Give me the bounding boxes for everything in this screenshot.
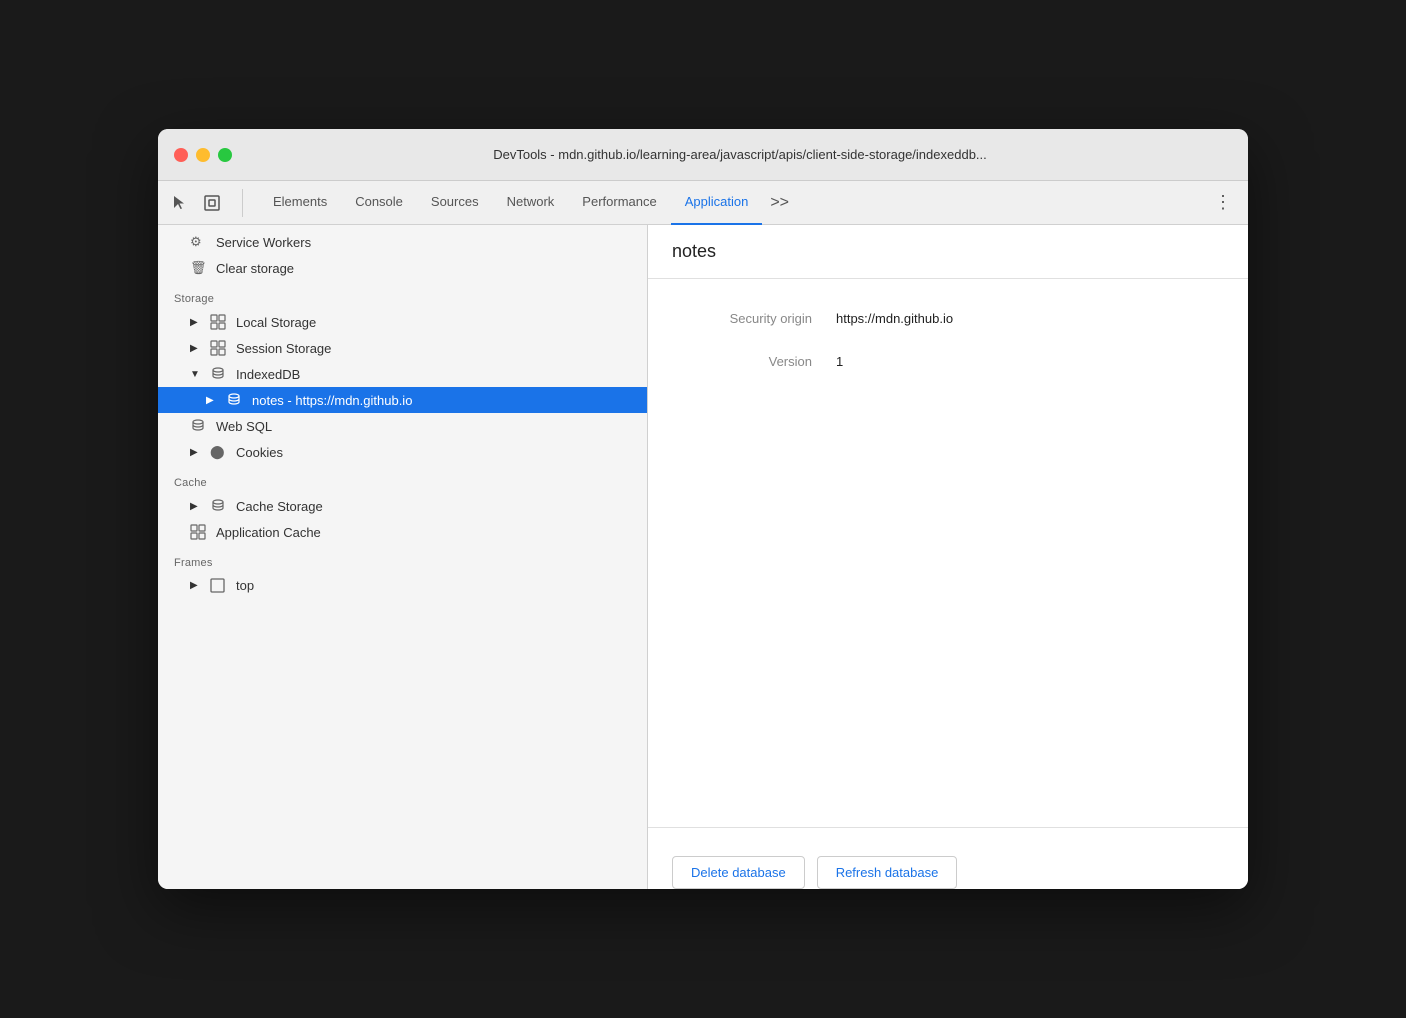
sidebar-label-top: top bbox=[236, 578, 254, 593]
window-title: DevTools - mdn.github.io/learning-area/j… bbox=[248, 147, 1232, 162]
sidebar-item-websql[interactable]: Web SQL bbox=[158, 413, 647, 439]
db-icon-indexed bbox=[210, 366, 228, 382]
frame-icon bbox=[210, 578, 228, 593]
maximize-button[interactable] bbox=[218, 148, 232, 162]
panel-body: Security origin https://mdn.github.io Ve… bbox=[648, 279, 1248, 819]
devtools-menu-button[interactable]: ⋮ bbox=[1206, 188, 1240, 217]
trash-icon: 🗑 bbox=[190, 260, 208, 276]
sidebar-item-service-workers[interactable]: ⚙ Service Workers bbox=[158, 229, 647, 255]
sidebar-label-notes: notes - https://mdn.github.io bbox=[252, 393, 412, 408]
sidebar-label-local-storage: Local Storage bbox=[236, 315, 316, 330]
chevron-right-icon: ▶ bbox=[190, 501, 202, 512]
tab-console[interactable]: Console bbox=[341, 181, 417, 225]
chevron-right-icon: ▶ bbox=[190, 580, 202, 591]
storage-section-header: Storage bbox=[158, 281, 647, 309]
minimize-button[interactable] bbox=[196, 148, 210, 162]
sidebar-label-clear-storage: Clear storage bbox=[216, 261, 294, 276]
db-icon-cache bbox=[210, 498, 228, 514]
db-icon-notes bbox=[226, 392, 244, 408]
sidebar-label-application-cache: Application Cache bbox=[216, 525, 321, 540]
sidebar-item-indexeddb[interactable]: ▼ IndexedDB bbox=[158, 361, 647, 387]
chevron-right-icon: ▶ bbox=[190, 343, 202, 354]
titlebar: DevTools - mdn.github.io/learning-area/j… bbox=[158, 129, 1248, 181]
tabs: Elements Console Sources Network Perform… bbox=[259, 181, 1202, 225]
sidebar-label-websql: Web SQL bbox=[216, 419, 272, 434]
gear-icon: ⚙ bbox=[190, 234, 208, 250]
security-origin-label: Security origin bbox=[672, 311, 812, 326]
sidebar-label-session-storage: Session Storage bbox=[236, 341, 331, 356]
tab-sources[interactable]: Sources bbox=[417, 181, 493, 225]
toolbar-icons bbox=[166, 189, 243, 217]
panel-divider bbox=[648, 827, 1248, 828]
sidebar-item-cache-storage[interactable]: ▶ Cache Storage bbox=[158, 493, 647, 519]
sidebar-item-top-frame[interactable]: ▶ top bbox=[158, 573, 647, 598]
refresh-database-button[interactable]: Refresh database bbox=[817, 856, 958, 889]
right-panel: notes Security origin https://mdn.github… bbox=[648, 225, 1248, 889]
sidebar-label-service-workers: Service Workers bbox=[216, 235, 311, 250]
sidebar-item-application-cache[interactable]: Application Cache bbox=[158, 519, 647, 545]
sidebar-label-indexeddb: IndexedDB bbox=[236, 367, 300, 382]
tab-elements[interactable]: Elements bbox=[259, 181, 341, 225]
chevron-down-icon: ▼ bbox=[190, 369, 202, 380]
sidebar-item-session-storage[interactable]: ▶ Session Storage bbox=[158, 335, 647, 361]
db-icon-websql bbox=[190, 418, 208, 434]
grid-icon-local bbox=[210, 314, 228, 330]
tab-application[interactable]: Application bbox=[671, 181, 763, 225]
grid-icon-session bbox=[210, 340, 228, 356]
sidebar-label-cache-storage: Cache Storage bbox=[236, 499, 323, 514]
version-label: Version bbox=[672, 354, 812, 369]
chevron-right-icon: ▶ bbox=[190, 317, 202, 328]
main-content: ⚙ Service Workers 🗑 Clear storage Storag… bbox=[158, 225, 1248, 889]
grid-icon-appcache bbox=[190, 524, 208, 540]
sidebar-item-notes-db[interactable]: ▶ notes - https://mdn.github.io bbox=[158, 387, 647, 413]
panel-actions: Delete database Refresh database bbox=[648, 856, 1248, 889]
sidebar-item-cookies[interactable]: ▶ ⬤ Cookies bbox=[158, 439, 647, 465]
version-value: 1 bbox=[836, 354, 843, 369]
devtools-window: DevTools - mdn.github.io/learning-area/j… bbox=[158, 129, 1248, 889]
security-origin-row: Security origin https://mdn.github.io bbox=[672, 311, 1224, 326]
close-button[interactable] bbox=[174, 148, 188, 162]
frames-section-header: Frames bbox=[158, 545, 647, 573]
sidebar-item-local-storage[interactable]: ▶ Local Storage bbox=[158, 309, 647, 335]
sidebar-item-clear-storage[interactable]: 🗑 Clear storage bbox=[158, 255, 647, 281]
cursor-icon-button[interactable] bbox=[166, 189, 194, 217]
chevron-right-icon: ▶ bbox=[206, 395, 218, 406]
version-row: Version 1 bbox=[672, 354, 1224, 369]
toolbar: Elements Console Sources Network Perform… bbox=[158, 181, 1248, 225]
tab-performance[interactable]: Performance bbox=[568, 181, 670, 225]
panel-title: notes bbox=[648, 225, 1248, 279]
sidebar-label-cookies: Cookies bbox=[236, 445, 283, 460]
cookie-icon: ⬤ bbox=[210, 444, 228, 460]
more-tabs-button[interactable]: >> bbox=[762, 190, 797, 216]
tab-network[interactable]: Network bbox=[493, 181, 569, 225]
security-origin-value: https://mdn.github.io bbox=[836, 311, 953, 326]
sidebar: ⚙ Service Workers 🗑 Clear storage Storag… bbox=[158, 225, 648, 889]
traffic-lights bbox=[174, 148, 232, 162]
inspect-icon-button[interactable] bbox=[198, 189, 226, 217]
delete-database-button[interactable]: Delete database bbox=[672, 856, 805, 889]
chevron-right-icon: ▶ bbox=[190, 447, 202, 458]
cache-section-header: Cache bbox=[158, 465, 647, 493]
